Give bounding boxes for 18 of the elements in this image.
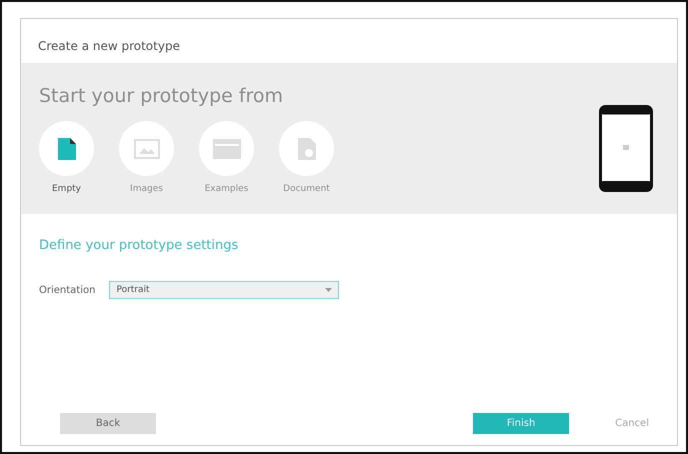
back-button[interactable]: Back [60, 413, 156, 434]
option-label: Empty [52, 184, 82, 194]
document-icon [58, 138, 76, 160]
caret-icon [325, 288, 332, 292]
cancel-button[interactable]: Cancel [609, 413, 655, 434]
file-icon [298, 138, 316, 160]
orientation-dropdown[interactable]: Portrait [109, 281, 340, 299]
field-label: Orientation [39, 284, 96, 296]
option-label: Document [283, 184, 330, 194]
option-label: Images [130, 184, 163, 194]
option-label: Examples [204, 184, 248, 194]
finish-button[interactable]: Finish [473, 413, 570, 434]
phone-icon [599, 105, 653, 192]
section-heading: Start your prototype from [39, 84, 284, 107]
section-heading: Define your prototype settings [39, 238, 240, 253]
image-icon [134, 138, 160, 158]
layout-icon [212, 138, 240, 158]
dialog-title: Create a new prototype [37, 38, 181, 55]
